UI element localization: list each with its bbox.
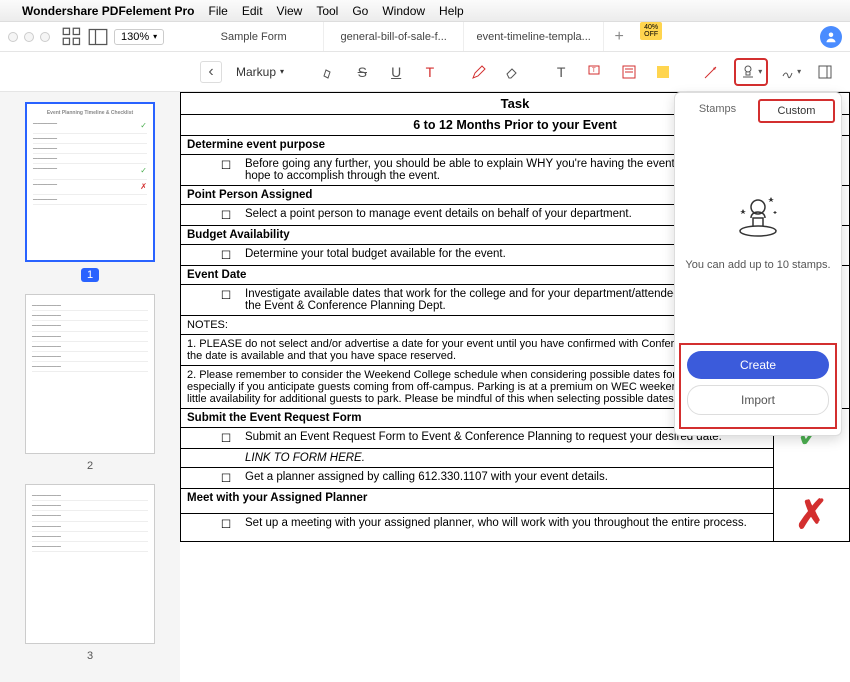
- highlight-tool-icon[interactable]: [318, 58, 340, 86]
- section-meet-planner: Meet with your Assigned Planner: [181, 489, 774, 514]
- document-tabs: Sample Form general-bill-of-sale-f... ev…: [184, 22, 820, 51]
- menu-window[interactable]: Window: [382, 4, 425, 18]
- app-name[interactable]: Wondershare PDFelement Pro: [22, 4, 195, 18]
- svg-text:T: T: [592, 68, 596, 74]
- import-stamp-button[interactable]: Import: [687, 385, 829, 415]
- stamp-empty-message: You can add up to 10 stamps.: [685, 258, 831, 273]
- eraser-tool-icon[interactable]: [502, 58, 524, 86]
- page-thumbnail-2[interactable]: ━━━━━━━━━━━━━━━━━━━━━━━━ ━━━━━━━━━━━━━━━…: [25, 294, 155, 454]
- zoom-selector[interactable]: 130%▾: [114, 29, 164, 45]
- add-tab-button[interactable]: +: [604, 22, 634, 51]
- stamp-empty-icon: [733, 189, 783, 239]
- strikethrough-tool-icon[interactable]: S: [351, 58, 373, 86]
- sticky-note-tool-icon[interactable]: [652, 58, 674, 86]
- view-mode-icon[interactable]: [88, 27, 108, 47]
- stamp-tool-icon[interactable]: ▾: [734, 58, 768, 86]
- x-mark-icon: ✗: [795, 493, 829, 537]
- promo-badge[interactable]: 40%OFF: [640, 22, 662, 40]
- page-number-1: 1: [81, 268, 99, 282]
- menu-edit[interactable]: Edit: [242, 4, 263, 18]
- page-number-2: 2: [10, 460, 170, 472]
- textbox-tool-icon[interactable]: T: [550, 58, 572, 86]
- window-controls[interactable]: [8, 32, 50, 42]
- menu-help[interactable]: Help: [439, 4, 464, 18]
- note-tool-icon[interactable]: [618, 58, 640, 86]
- markup-dropdown[interactable]: Markup▾: [230, 63, 290, 81]
- stamp-panel: Stamps Custom You can add up to 10 stamp…: [674, 92, 842, 436]
- stamps-tab[interactable]: Stamps: [681, 99, 754, 123]
- menu-file[interactable]: File: [209, 4, 228, 18]
- create-stamp-button[interactable]: Create: [687, 351, 829, 379]
- pencil-tool-icon[interactable]: [468, 58, 490, 86]
- page-thumbnail-1[interactable]: Event Planning Timeline & Checklist ━━━━…: [25, 102, 155, 262]
- arrow-tool-icon[interactable]: [700, 58, 722, 86]
- page-thumbnail-3[interactable]: ━━━━━━━━━━━━━━━━━━━━━━━━ ━━━━━━━━━━━━━━━…: [25, 484, 155, 644]
- text-tool-icon[interactable]: T: [419, 58, 441, 86]
- signature-tool-icon[interactable]: ▾: [780, 58, 802, 86]
- menu-go[interactable]: Go: [352, 4, 368, 18]
- user-avatar-icon[interactable]: [820, 26, 842, 48]
- thumbnails-sidebar: Event Planning Timeline & Checklist ━━━━…: [0, 92, 180, 682]
- callout-tool-icon[interactable]: T: [584, 58, 606, 86]
- titlebar: 130%▾ Sample Form general-bill-of-sale-f…: [0, 22, 850, 52]
- tab-event-timeline[interactable]: event-timeline-templa...: [464, 22, 604, 51]
- system-menubar: Wondershare PDFelement Pro File Edit Vie…: [0, 0, 850, 22]
- back-button[interactable]: ‹: [200, 61, 222, 83]
- markup-toolbar: ‹ Markup▾ S U T T T ▾ ▾: [0, 52, 850, 92]
- tab-sample-form[interactable]: Sample Form: [184, 22, 324, 51]
- panel-toggle-icon[interactable]: [814, 58, 836, 86]
- thumbnails-toggle-icon[interactable]: [62, 27, 82, 47]
- page-number-3: 3: [10, 650, 170, 662]
- tab-bill-of-sale[interactable]: general-bill-of-sale-f...: [324, 22, 464, 51]
- custom-tab[interactable]: Custom: [758, 99, 835, 123]
- menu-tool[interactable]: Tool: [316, 4, 338, 18]
- menu-view[interactable]: View: [277, 4, 303, 18]
- underline-tool-icon[interactable]: U: [385, 58, 407, 86]
